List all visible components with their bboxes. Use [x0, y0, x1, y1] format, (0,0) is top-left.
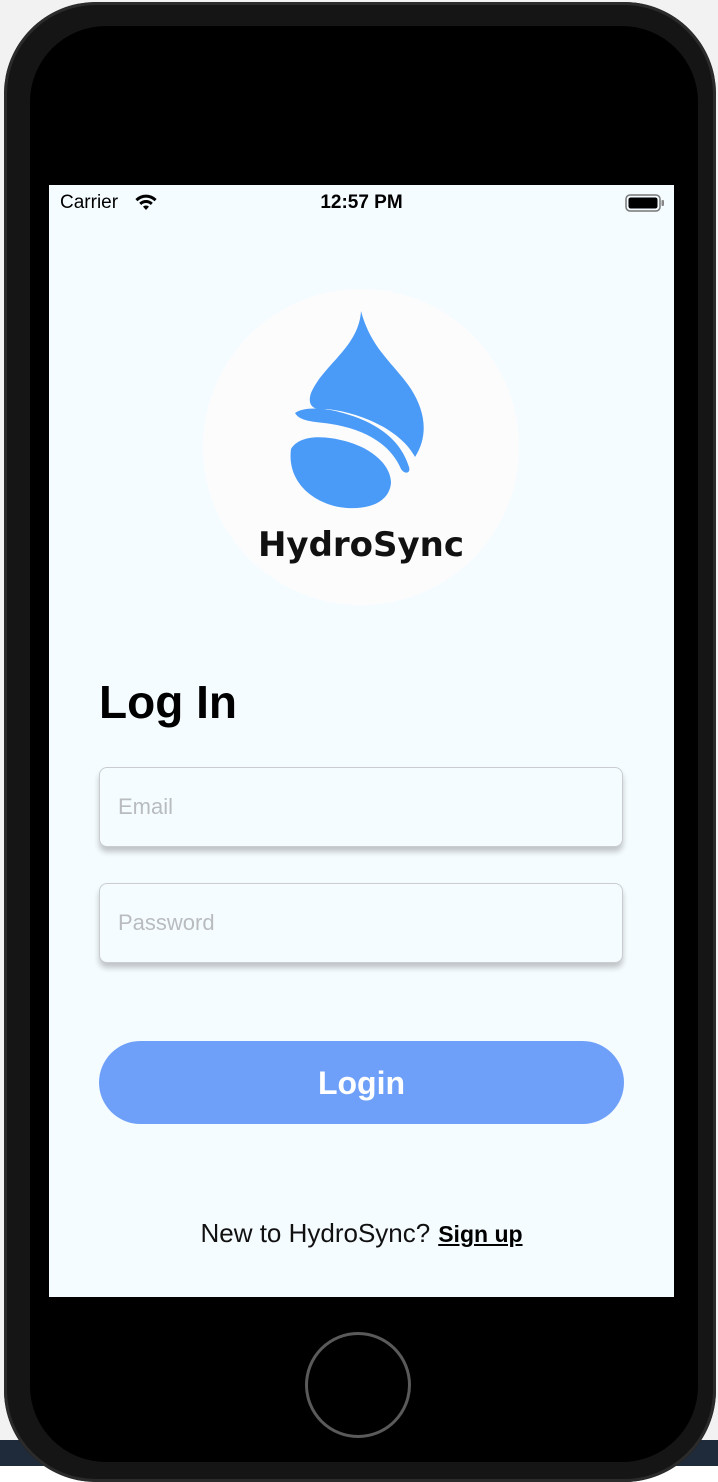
home-button[interactable] [305, 1332, 411, 1438]
password-field-container [99, 883, 623, 963]
password-field[interactable] [100, 884, 622, 962]
email-field-container [99, 767, 623, 847]
status-time: 12:57 PM [320, 192, 403, 213]
page-title: Log In [99, 676, 237, 728]
status-bar: Carrier 12:57 PM [49, 185, 674, 221]
signup-prompt: New to HydroSync? Sign up [49, 1218, 674, 1249]
email-field[interactable] [100, 768, 622, 846]
app-screen: Carrier 12:57 PM HydroSync Log In Logi [49, 185, 674, 1297]
signup-prompt-text: New to HydroSync? [200, 1218, 431, 1248]
water-drop-icon [290, 311, 424, 509]
login-button[interactable]: Login [99, 1041, 624, 1124]
battery-icon [625, 194, 664, 212]
logo-wordmark: HydroSync [257, 525, 465, 565]
signup-link[interactable]: Sign up [438, 1221, 522, 1247]
app-logo: HydroSync [203, 289, 519, 605]
